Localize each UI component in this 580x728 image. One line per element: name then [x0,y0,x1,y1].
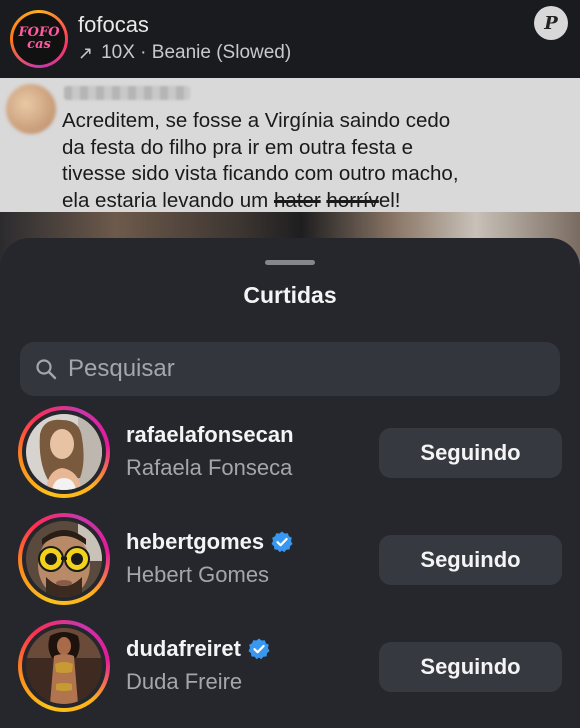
tweet-card: Acreditem, se fosse a Virgínia saindo ce… [0,78,580,212]
verified-badge-icon [248,638,270,660]
full-name: Duda Freire [126,669,243,694]
sheet-grabber[interactable] [265,260,315,265]
username[interactable]: dudafreiret [126,636,241,662]
sheet-title: Curtidas [243,282,337,308]
following-button[interactable]: Seguindo [379,428,562,478]
tweet-text: Acreditem, se fosse a Virgínia saindo ce… [62,108,572,214]
tweet-line: Acreditem, se fosse a Virgínia saindo ce… [62,109,451,132]
story-account-name[interactable]: fofocas [78,12,149,38]
list-item[interactable]: rafaelafonsecan Rafaela Fonseca Seguindo [0,406,580,506]
username[interactable]: hebertgomes [126,529,264,555]
music-arrow-icon: ↗ [78,42,94,63]
search-input[interactable] [68,342,548,396]
avatar-photo [26,414,102,490]
tweet-avatar-blurred [6,84,56,134]
story-header: FOFO cas fofocas ↗ 10X · Beanie (Slowed)… [0,0,580,78]
list-item[interactable]: dudafreiret Duda Freire Seguindo [0,620,580,720]
pin-badge-icon: P [534,6,568,40]
story-account-avatar[interactable]: FOFO cas [10,10,68,68]
likes-sheet: Curtidas Pesquisar rafaelafonsecan Rafae… [0,238,580,728]
avatar[interactable] [18,620,110,712]
full-name: Hebert Gomes [126,562,270,587]
full-name: Rafaela Fonseca [126,455,293,480]
tweet-handle-blurred [64,86,190,100]
list-item[interactable]: hebertgomes Hebert Gomes Seguindo [0,513,580,613]
story-logo-text: FOFO cas [18,25,60,52]
avatar[interactable] [18,513,110,605]
tweet-line: ela estaria levando um hater horrível! [62,188,401,212]
avatar-photo [26,521,102,597]
search-bar[interactable] [20,342,560,396]
story-music-label[interactable]: ↗ 10X · Beanie (Slowed) [78,42,291,64]
verified-badge-icon [271,531,293,553]
avatar-photo [26,628,102,704]
username[interactable]: rafaelafonsecan [126,422,294,448]
tweet-line: tivesse sido vista ficando com outro mac… [62,162,459,185]
search-icon [36,359,57,380]
tweet-line: da festa do filho pra ir em outra festa … [62,135,413,159]
following-button[interactable]: Seguindo [379,535,562,585]
music-track: 10X · Beanie (Slowed) [101,42,292,63]
following-button[interactable]: Seguindo [379,642,562,692]
avatar[interactable] [18,406,110,498]
struck-word: hater [273,188,321,212]
struck-word: horrív [326,188,379,212]
